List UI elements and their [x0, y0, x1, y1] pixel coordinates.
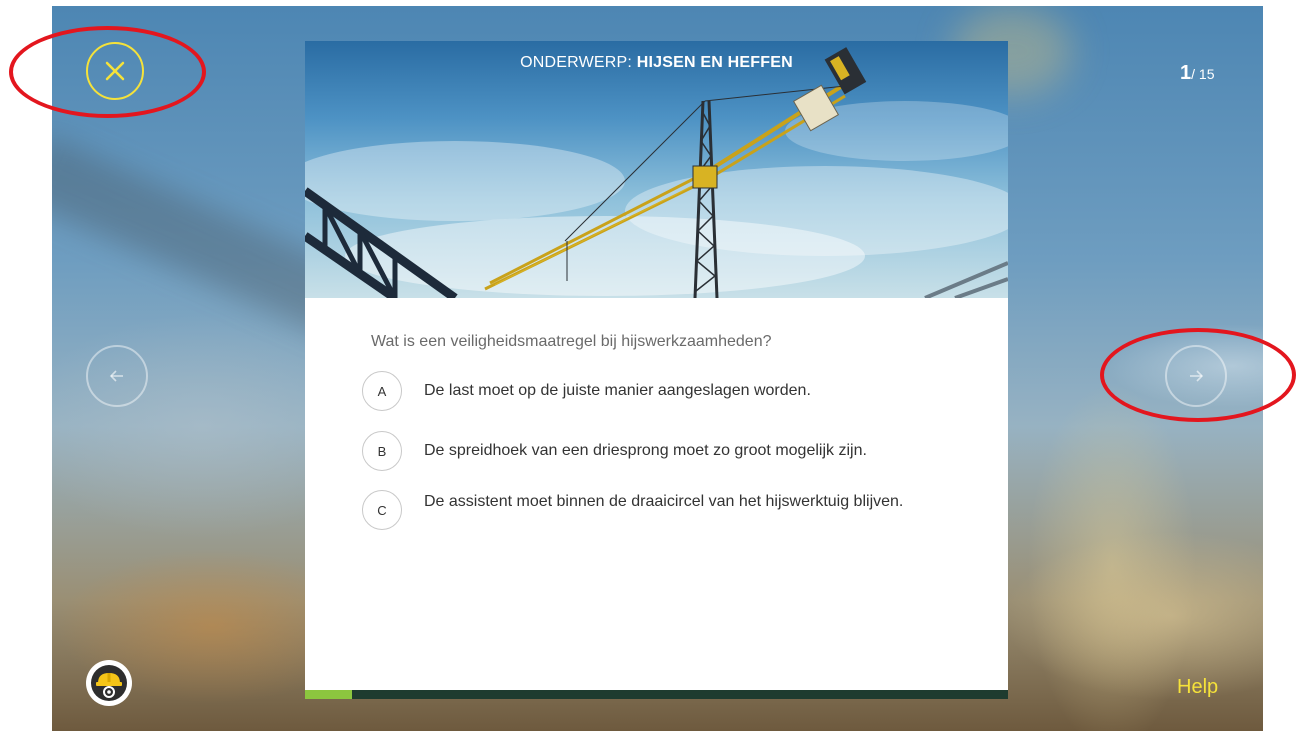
option-text: De last moet op de juiste manier aangesl… — [424, 382, 811, 399]
counter-total: / 15 — [1191, 66, 1215, 82]
answer-option-c[interactable]: C De assistent moet binnen de draaicirce… — [362, 490, 954, 530]
progress-bar — [305, 690, 1008, 699]
arrow-left-icon — [109, 370, 123, 382]
help-link[interactable]: Help — [1177, 676, 1218, 699]
annotation-circle-close — [9, 26, 206, 118]
previous-button[interactable] — [86, 345, 148, 407]
question-counter: 1/ 15 — [1180, 62, 1214, 85]
topic-prefix: ONDERWERP: — [520, 54, 633, 71]
question-card: ONDERWERP: HIJSEN EN HEFFEN Wat is een v… — [305, 41, 1008, 699]
answer-option-a[interactable]: A De last moet op de juiste manier aange… — [362, 371, 954, 411]
option-letter[interactable]: A — [362, 371, 402, 411]
settings-button[interactable] — [86, 660, 132, 706]
hardhat-gear-icon — [91, 665, 127, 701]
option-text: De spreidhoek van een driesprong moet zo… — [424, 442, 867, 459]
answer-option-b[interactable]: B De spreidhoek van een driesprong moet … — [362, 431, 954, 471]
counter-current: 1 — [1180, 62, 1192, 84]
topic-image: ONDERWERP: HIJSEN EN HEFFEN — [305, 41, 1008, 298]
option-letter[interactable]: B — [362, 431, 402, 471]
option-text: De assistent moet binnen de draaicircel … — [424, 493, 904, 510]
crane-illustration — [305, 47, 1008, 298]
topic-title: ONDERWERP: HIJSEN EN HEFFEN — [305, 54, 1008, 72]
question-text: Wat is een veiligheidsmaatregel bij hijs… — [371, 333, 772, 350]
option-letter[interactable]: C — [362, 490, 402, 530]
progress-fill — [305, 690, 352, 699]
annotation-circle-next — [1100, 328, 1296, 422]
topic-value: HIJSEN EN HEFFEN — [636, 54, 793, 71]
